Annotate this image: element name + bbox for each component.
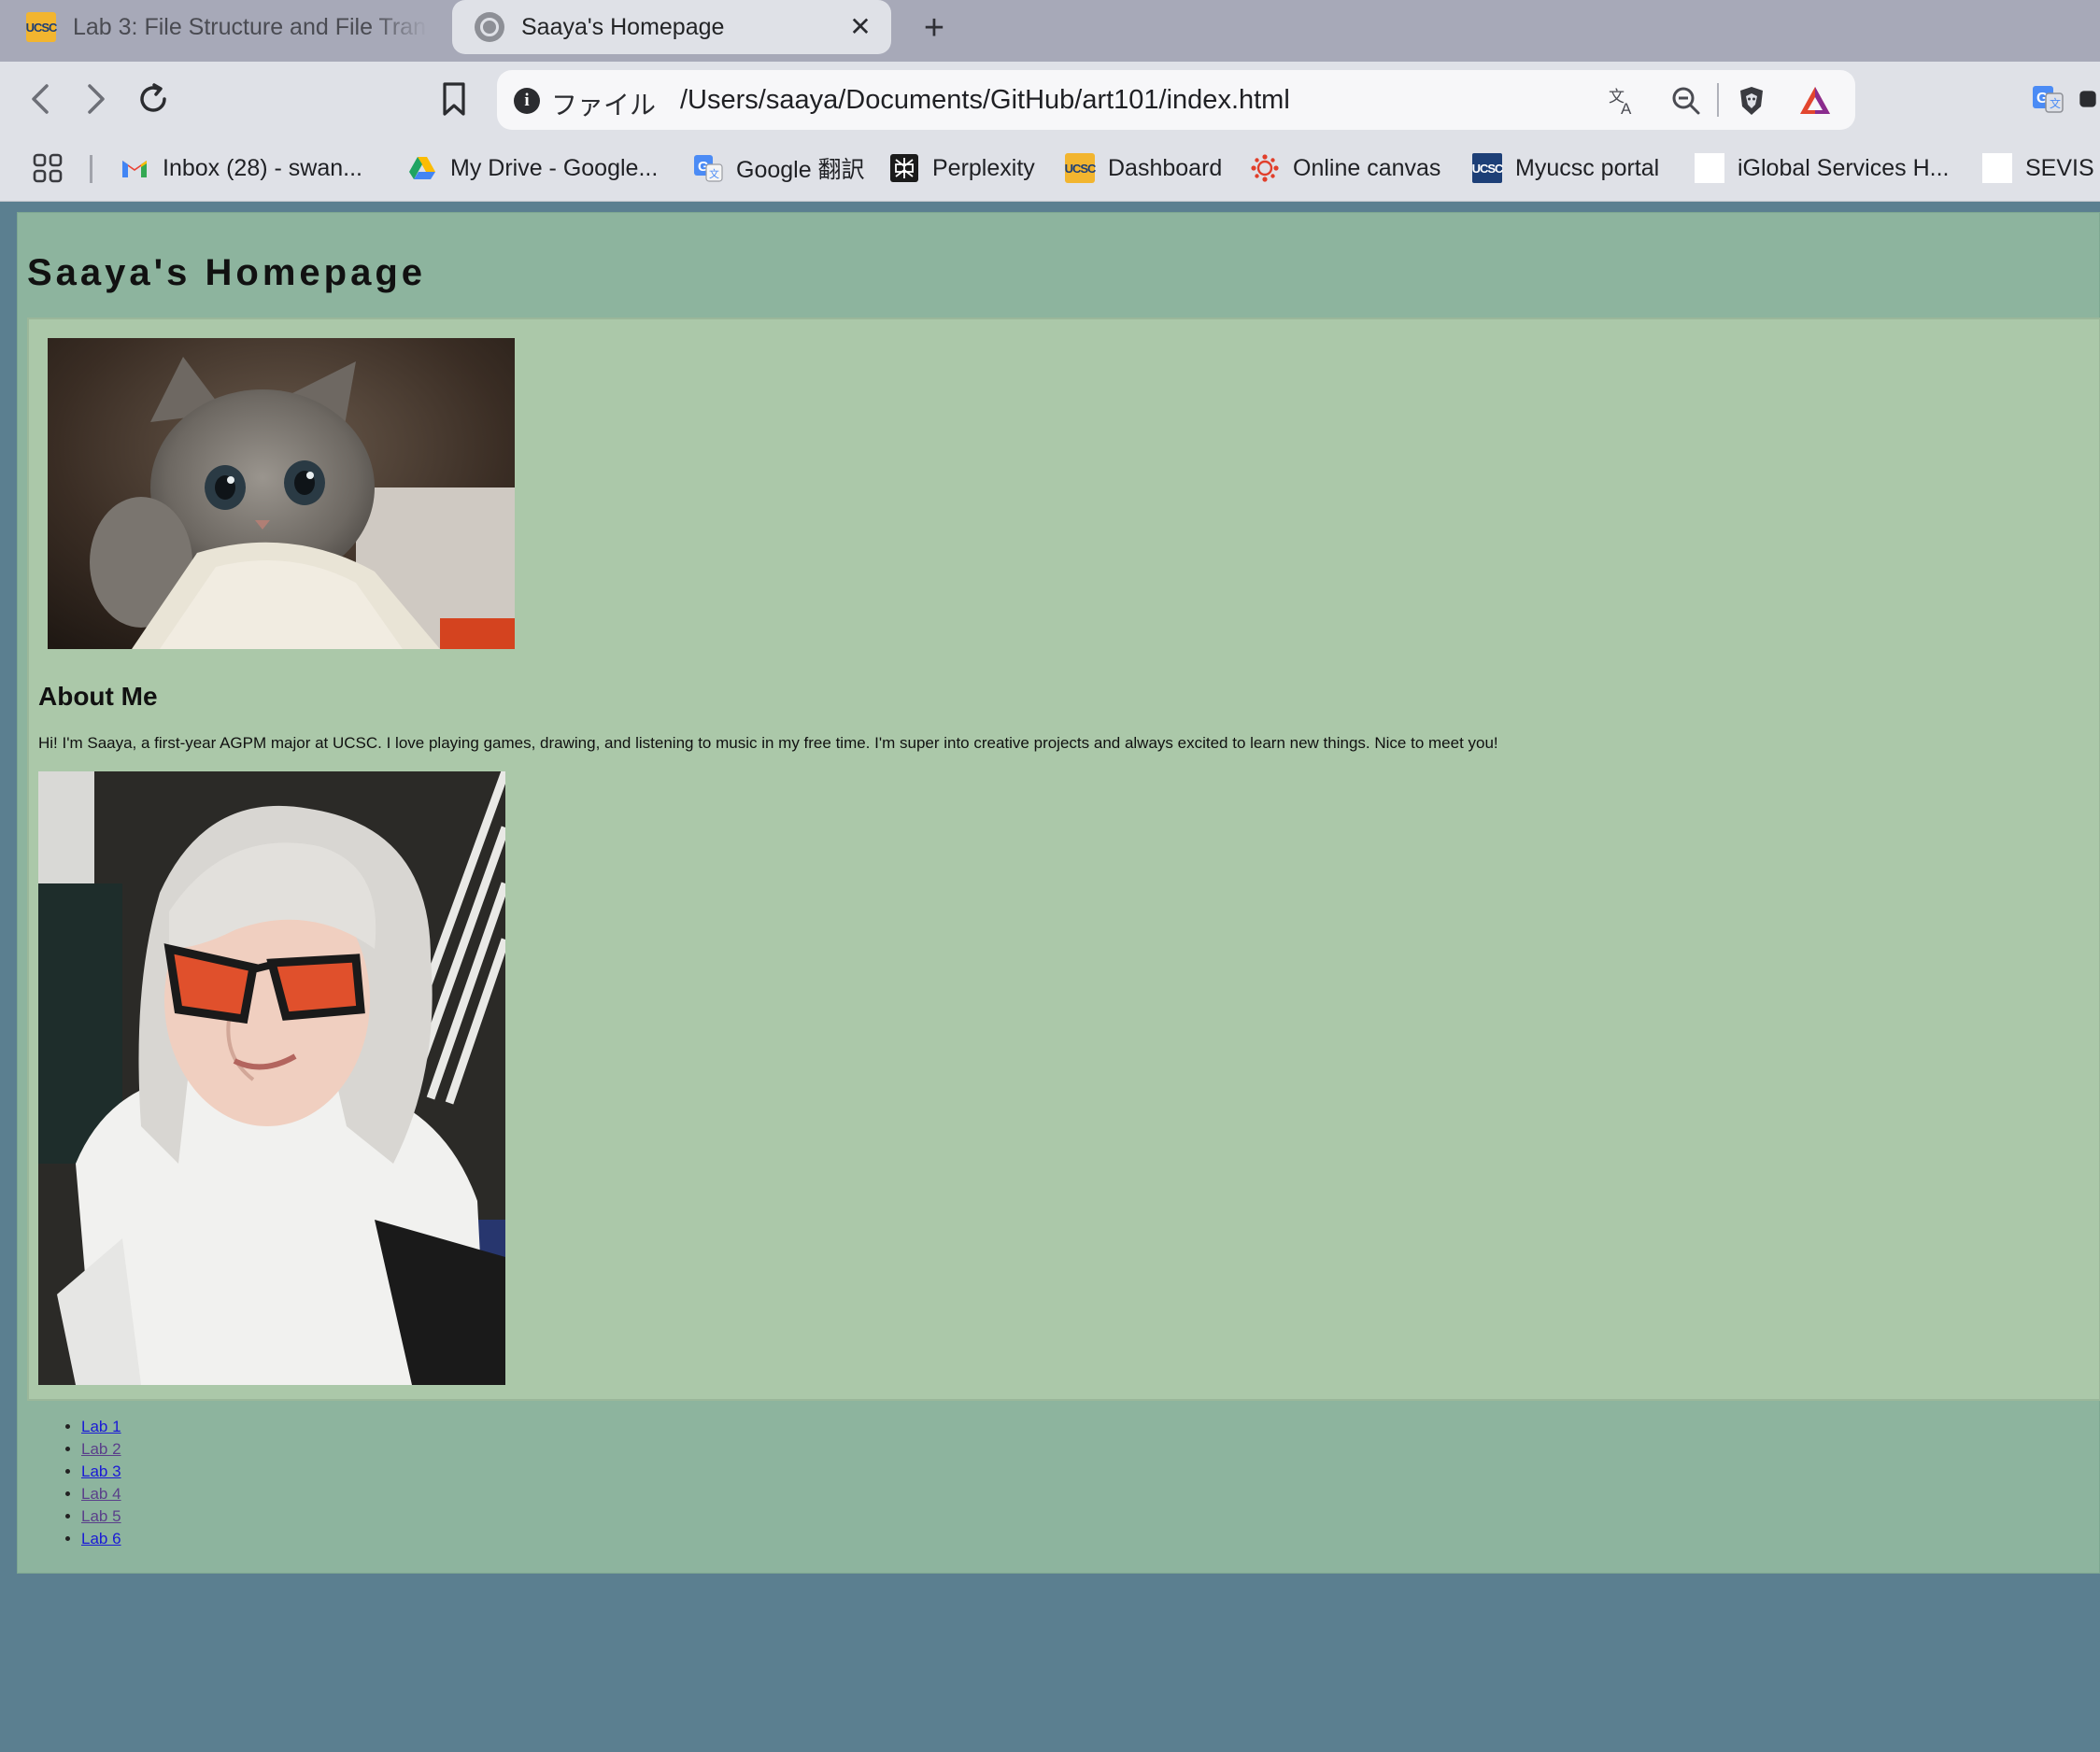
svg-text:A: A bbox=[1621, 100, 1632, 117]
gmail-icon bbox=[120, 153, 149, 183]
url-text[interactable]: /Users/saaya/Documents/GitHub/art101/ind… bbox=[680, 85, 1290, 116]
globe-icon bbox=[475, 12, 504, 42]
bookmark-gmail[interactable]: Inbox (28) - swan... bbox=[120, 149, 362, 187]
info-icon[interactable]: i bbox=[514, 88, 540, 114]
apps-grid-icon[interactable] bbox=[32, 149, 64, 187]
tab-saayas-homepage[interactable]: Saaya's Homepage ✕ bbox=[452, 0, 891, 54]
tab-strip: UCSC Lab 3: File Structure and File Tran… bbox=[0, 0, 2100, 62]
content-container: About Me Hi! I'm Saaya, a first-year AGP… bbox=[27, 318, 2100, 1401]
tab-lab3[interactable]: UCSC Lab 3: File Structure and File Tran bbox=[26, 0, 428, 54]
bookmark-sevis[interactable]: SEVIS I bbox=[1982, 149, 2100, 187]
bookmarks-bar: Inbox (28) - swan... My Drive - Google..… bbox=[0, 136, 2100, 202]
close-icon[interactable]: ✕ bbox=[846, 13, 874, 41]
list-item: Lab 5 bbox=[81, 1505, 121, 1528]
bookmark-myucsc-portal[interactable]: UCSC Myucsc portal bbox=[1472, 149, 1659, 187]
bookmark-label: Online canvas bbox=[1293, 154, 1441, 181]
brave-rewards-icon[interactable] bbox=[1797, 83, 1833, 119]
about-me-heading: About Me bbox=[38, 682, 158, 711]
bookmark-label: Google 翻訳 bbox=[736, 157, 865, 183]
zoom-out-icon[interactable] bbox=[1668, 83, 1704, 119]
reload-icon[interactable] bbox=[131, 77, 176, 121]
bookmark-label: iGlobal Services H... bbox=[1738, 154, 1950, 181]
page-viewport: Saaya's Homepage About Me Hi! I'm Saaya,… bbox=[0, 203, 2100, 1752]
lab-3-link[interactable]: Lab 3 bbox=[81, 1462, 121, 1480]
translate-icon[interactable]: 文A bbox=[1605, 83, 1640, 119]
tab-label: Saaya's Homepage bbox=[521, 13, 725, 40]
bookmark-google-drive[interactable]: My Drive - Google... bbox=[407, 149, 658, 187]
lab-5-link[interactable]: Lab 5 bbox=[81, 1507, 121, 1525]
bookmark-icon[interactable] bbox=[432, 77, 476, 121]
lab-1-link[interactable]: Lab 1 bbox=[81, 1418, 121, 1435]
lab-2-link[interactable]: Lab 2 bbox=[81, 1440, 121, 1458]
kitten-photo bbox=[48, 338, 515, 649]
google-translate-icon: G文 bbox=[693, 153, 723, 183]
page-title: Saaya's Homepage bbox=[27, 252, 427, 293]
bookmark-label: Perplexity bbox=[932, 154, 1035, 181]
browser-toolbar: i ファイル /Users/saaya/Documents/GitHub/art… bbox=[0, 62, 2100, 136]
svg-text:文: 文 bbox=[709, 167, 719, 180]
brave-shields-icon[interactable] bbox=[1734, 83, 1769, 119]
bookmark-dashboard[interactable]: UCSC Dashboard bbox=[1065, 149, 1222, 187]
blank-page-icon bbox=[1695, 153, 1724, 183]
url-scheme-label: ファイル bbox=[551, 90, 657, 120]
list-item: Lab 3 bbox=[81, 1461, 121, 1483]
ucsc-icon: UCSC bbox=[1065, 153, 1096, 183]
list-item: Lab 1 bbox=[81, 1416, 121, 1438]
bookmark-label: Dashboard bbox=[1108, 154, 1223, 181]
canvas-icon bbox=[1250, 153, 1280, 183]
lab-links-list: Lab 1 Lab 2 Lab 3 Lab 4 Lab 5 Lab 6 bbox=[35, 1416, 121, 1550]
bookmark-label: Myucsc portal bbox=[1515, 154, 1660, 181]
homepage-body: Saaya's Homepage About Me Hi! I'm Saaya,… bbox=[17, 212, 2100, 1574]
svg-text:文: 文 bbox=[2050, 96, 2061, 110]
bookmark-online-canvas[interactable]: Online canvas bbox=[1250, 149, 1440, 187]
bookmark-perplexity[interactable]: Perplexity bbox=[889, 149, 1035, 187]
plus-icon[interactable]: + bbox=[914, 7, 955, 49]
list-item: Lab 4 bbox=[81, 1483, 121, 1505]
lab-6-link[interactable]: Lab 6 bbox=[81, 1530, 121, 1547]
bookmark-label: Inbox (28) - swan... bbox=[163, 154, 362, 181]
list-item: Lab 2 bbox=[81, 1438, 121, 1461]
bookmark-label: My Drive - Google... bbox=[450, 154, 659, 181]
bookmark-iglobal-services[interactable]: iGlobal Services H... bbox=[1695, 149, 1949, 187]
list-item: Lab 6 bbox=[81, 1528, 121, 1550]
blank-page-icon bbox=[1982, 153, 2012, 183]
bookmarks-divider bbox=[90, 155, 92, 183]
profile-photo bbox=[38, 771, 505, 1385]
ucsc-icon: UCSC bbox=[1472, 153, 1503, 183]
back-icon[interactable] bbox=[19, 77, 64, 121]
bookmark-label: SEVIS I bbox=[2025, 154, 2100, 181]
perplexity-icon bbox=[889, 153, 919, 183]
google-translate-extension-icon[interactable]: G文 bbox=[2025, 77, 2070, 121]
extension-icon[interactable] bbox=[2076, 77, 2100, 121]
ucsc-icon: UCSC bbox=[26, 12, 57, 42]
address-bar[interactable]: i ファイル /Users/saaya/Documents/GitHub/art… bbox=[497, 70, 1855, 130]
forward-icon[interactable] bbox=[73, 77, 118, 121]
omnibox-divider bbox=[1717, 83, 1719, 117]
tab-fade bbox=[372, 0, 428, 54]
google-drive-icon bbox=[407, 153, 437, 183]
bookmark-google-translate[interactable]: G文 Google 翻訳 bbox=[693, 149, 865, 187]
about-me-text: Hi! I'm Saaya, a first-year AGPM major a… bbox=[38, 734, 1498, 752]
lab-4-link[interactable]: Lab 4 bbox=[81, 1485, 121, 1503]
